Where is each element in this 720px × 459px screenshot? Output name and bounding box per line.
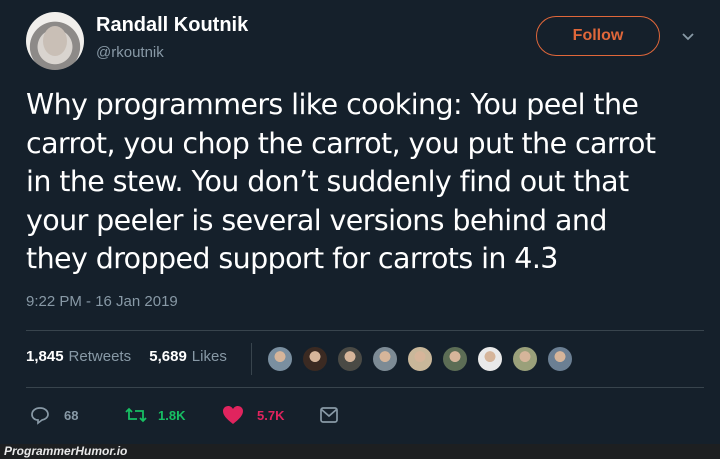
retweet-count: 1.8K bbox=[158, 407, 186, 423]
reply-count: 68 bbox=[64, 407, 79, 423]
retweets-count: 1,845 bbox=[26, 348, 64, 365]
engagement-stats: 1,845 Retweets 5,689 Likes bbox=[26, 348, 227, 365]
liker-avatar[interactable] bbox=[511, 345, 539, 373]
reply-icon bbox=[31, 407, 49, 425]
liker-avatar[interactable] bbox=[266, 345, 294, 373]
liker-avatar[interactable] bbox=[301, 345, 329, 373]
tweet-card: Randall Koutnik @rkoutnik Follow Why pro… bbox=[0, 0, 720, 444]
tweet-timestamp[interactable]: 9:22 PM - 16 Jan 2019 bbox=[26, 293, 178, 310]
liker-avatar[interactable] bbox=[546, 345, 574, 373]
direct-message-action[interactable] bbox=[319, 404, 339, 426]
like-count: 5.7K bbox=[257, 407, 285, 423]
retweets-label: Retweets bbox=[68, 348, 132, 365]
watermark-bar: ProgrammerHumor.io bbox=[0, 444, 720, 459]
author-handle[interactable]: @rkoutnik bbox=[96, 44, 164, 61]
liker-avatar[interactable] bbox=[371, 345, 399, 373]
divider bbox=[26, 387, 704, 388]
author-name[interactable]: Randall Koutnik bbox=[96, 14, 248, 37]
likes-stat[interactable]: 5,689 Likes bbox=[149, 348, 227, 365]
divider bbox=[26, 330, 704, 331]
stats-separator bbox=[251, 343, 252, 375]
liker-avatar[interactable] bbox=[406, 345, 434, 373]
liker-avatar[interactable] bbox=[476, 345, 504, 373]
retweet-action[interactable]: 1.8K bbox=[124, 404, 185, 426]
message-icon bbox=[320, 407, 338, 423]
tweet-text: Why programmers like cooking: You peel t… bbox=[26, 88, 656, 276]
retweets-stat[interactable]: 1,845 Retweets bbox=[26, 348, 131, 365]
follow-button[interactable]: Follow bbox=[536, 16, 660, 56]
reply-action[interactable]: 68 bbox=[30, 404, 78, 426]
retweet-icon bbox=[125, 407, 147, 423]
chevron-down-icon[interactable] bbox=[680, 28, 696, 44]
likes-count: 5,689 bbox=[149, 348, 187, 365]
avatar-face bbox=[43, 26, 67, 56]
watermark-text: ProgrammerHumor.io bbox=[4, 444, 128, 458]
like-action[interactable]: 5.7K bbox=[222, 404, 284, 426]
heart-icon bbox=[223, 406, 243, 424]
author-avatar[interactable] bbox=[26, 12, 84, 70]
likes-label: Likes bbox=[191, 348, 227, 365]
liker-avatar[interactable] bbox=[441, 345, 469, 373]
liker-avatar[interactable] bbox=[336, 345, 364, 373]
